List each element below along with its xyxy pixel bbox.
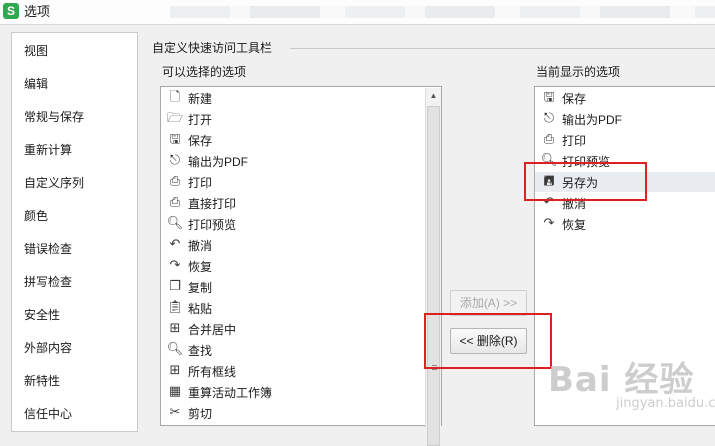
scroll-up-arrow-icon[interactable]: ▲: [426, 88, 441, 104]
sidebar-item[interactable]: 外部内容: [24, 340, 72, 356]
sidebar-item[interactable]: 拼写检查: [24, 274, 72, 290]
options-category-sidebar: 视图 编辑 常规与保存 重新计算 自定义序列 颜色 错误检查 拼写检查 安全性 外部内容 新特性 信任…: [11, 32, 138, 432]
redo-icon: ↷: [543, 216, 555, 231]
available-options-list[interactable]: 🗋 新建 🗁 打开 🖫 保存 ⎋ 输出为PDF ⎙ 打印 ⎙ 直接打印 🔍︎ 打印预览 ↶ 撤消 ↷ 恢复 ❐ 复制 📋…: [160, 86, 442, 426]
list-item[interactable]: ✂ 剪切: [161, 403, 441, 423]
list-item-label: 复制: [188, 280, 213, 295]
cut-icon: ✂: [169, 405, 181, 420]
list-item-label: 打开: [188, 112, 213, 127]
redo-icon: ↷: [169, 258, 181, 273]
list-item[interactable]: ⎙ 直接打印: [161, 193, 441, 213]
scrollbar-grip-icon: [432, 365, 437, 366]
list-item[interactable]: 🗋 新建: [161, 88, 441, 108]
merge-center-icon: ⊞: [169, 321, 181, 336]
list-item-label: 打印: [188, 175, 213, 190]
list-item[interactable]: 🔍︎ 打印预览: [535, 151, 715, 171]
section-title: 自定义快速访问工具栏: [152, 41, 273, 55]
save-icon: 🖫: [169, 132, 181, 147]
all-borders-icon: ⊞: [169, 363, 181, 378]
print-preview-icon: 🔍︎: [166, 216, 184, 231]
list-item[interactable]: ⎋ 输出为PDF: [161, 151, 441, 171]
watermark-logo-text: Bai 经验: [548, 360, 695, 400]
available-list-scrollbar[interactable]: ▲: [425, 88, 441, 446]
list-item[interactable]: ↷ 恢复: [535, 214, 715, 234]
list-item[interactable]: ⊞ 所有框线: [161, 361, 441, 381]
open-folder-icon: 🗁: [166, 111, 184, 126]
print-icon: ⎙: [543, 132, 555, 147]
window-title: 选项: [24, 4, 51, 19]
sidebar-item[interactable]: 视图: [24, 43, 48, 59]
list-item-label: 直接打印: [188, 196, 237, 211]
save-icon: 🖫: [543, 90, 555, 105]
list-item-label: 粘贴: [188, 301, 213, 316]
print-icon: ⎙: [169, 174, 181, 189]
direct-print-icon: ⎙: [169, 195, 181, 210]
list-item-label: 剪切: [188, 406, 213, 421]
available-options-label: 可以选择的选项: [162, 65, 247, 79]
list-item[interactable]: 🗁 打开: [161, 109, 441, 129]
list-item-label: 恢复: [562, 217, 587, 232]
list-item-label: 打印预览: [188, 217, 237, 232]
paste-icon: 📋︎: [166, 300, 184, 315]
save-as-icon: 🖪: [543, 174, 555, 189]
list-item[interactable]: 🔍︎ 查找: [161, 340, 441, 360]
list-item[interactable]: 🖫 保存: [161, 130, 441, 150]
sidebar-item[interactable]: 编辑: [24, 76, 48, 92]
blurred-background-toolbar: [170, 6, 715, 18]
list-item-label: 打印: [562, 133, 587, 148]
list-item-label: 恢复: [188, 259, 213, 274]
list-item[interactable]: ↷ 恢复: [161, 256, 441, 276]
list-item[interactable]: ⎋ 输出为PDF: [535, 109, 715, 129]
undo-icon: ↶: [169, 237, 181, 252]
list-item[interactable]: ⊞ 合并居中: [161, 319, 441, 339]
list-item[interactable]: ↶ 撤消: [535, 193, 715, 213]
list-item[interactable]: 🖫 保存: [535, 88, 715, 108]
sidebar-item[interactable]: 常规与保存: [24, 109, 84, 125]
sidebar-item[interactable]: 新特性: [24, 373, 60, 389]
list-item[interactable]: ⎙ 打印: [161, 172, 441, 192]
print-preview-icon: 🔍︎: [540, 153, 558, 168]
current-options-label: 当前显示的选项: [536, 65, 621, 79]
list-item[interactable]: ↶ 撤消: [161, 235, 441, 255]
list-item[interactable]: 🖪 另存为: [535, 172, 715, 192]
title-bar: S 选项: [0, 0, 715, 25]
list-item-label: 输出为PDF: [188, 154, 249, 169]
watermark-url: jingyan.baidu.com: [616, 396, 715, 411]
list-item[interactable]: 🔍︎ 打印预览: [161, 214, 441, 234]
list-item-label: 新建: [188, 91, 213, 106]
list-item-label: 撤消: [562, 196, 587, 211]
sidebar-item[interactable]: 自定义序列: [24, 175, 84, 191]
list-item[interactable]: ▦ 重算活动工作簿: [161, 382, 441, 402]
list-item-label: 保存: [562, 91, 587, 106]
list-item-label: 所有框线: [188, 364, 237, 379]
find-icon: 🔍︎: [166, 342, 184, 357]
list-item[interactable]: ⎙ 打印: [535, 130, 715, 150]
sidebar-item[interactable]: 错误检查: [24, 241, 72, 257]
list-item[interactable]: 📋︎ 粘贴: [161, 298, 441, 318]
recalc-sheet-icon: ▦: [168, 384, 182, 399]
list-item-label: 打印预览: [562, 154, 611, 169]
scrollbar-thumb[interactable]: [427, 106, 440, 446]
undo-icon: ↶: [543, 195, 555, 210]
remove-button[interactable]: << 删除(R): [450, 328, 527, 354]
list-item-label: 输出为PDF: [562, 112, 623, 127]
copy-icon: ❐: [169, 279, 181, 294]
export-pdf-icon: ⎋: [543, 111, 555, 126]
add-button[interactable]: 添加(A) >>: [450, 290, 527, 316]
list-item-label: 重算活动工作簿: [188, 385, 273, 400]
list-item[interactable]: ❐ 复制: [161, 277, 441, 297]
list-item-label: 查找: [188, 343, 213, 358]
list-item-label: 另存为: [562, 175, 599, 190]
new-doc-icon: 🗋: [169, 90, 181, 105]
list-item-label: 保存: [188, 133, 213, 148]
export-pdf-icon: ⎋: [169, 153, 181, 168]
list-item-label: 合并居中: [188, 322, 237, 337]
sidebar-item[interactable]: 重新计算: [24, 142, 72, 158]
sidebar-item[interactable]: 颜色: [24, 208, 48, 224]
sidebar-item[interactable]: 安全性: [24, 307, 60, 323]
section-divider: [290, 48, 715, 49]
list-item-label: 撤消: [188, 238, 213, 253]
wps-spreadsheet-logo-icon: S: [3, 3, 19, 19]
baidu-jingyan-watermark: Bai 经验 jingyan.baidu.com: [548, 352, 715, 414]
